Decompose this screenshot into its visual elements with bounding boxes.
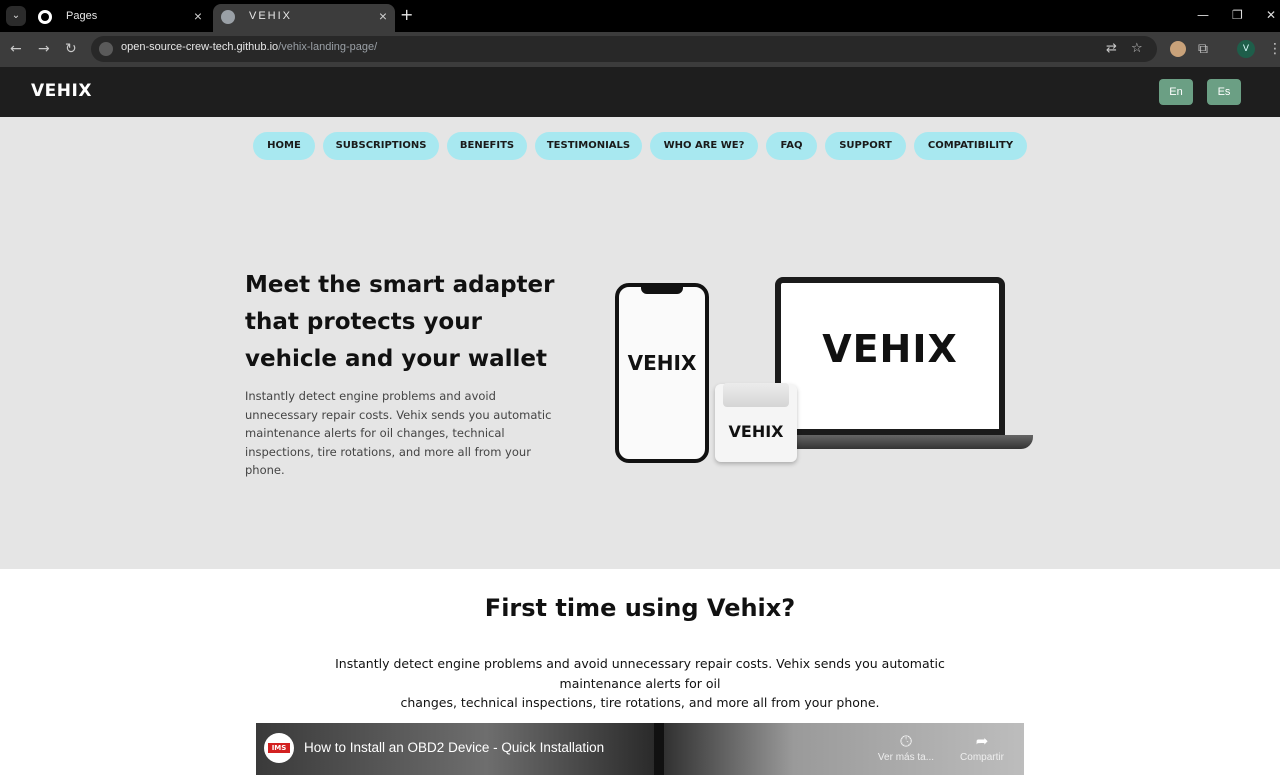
tab-title: VEHIX — [249, 10, 293, 22]
tab-vehix[interactable]: VEHIX × — [213, 4, 395, 32]
first-time-description: Instantly detect engine problems and avo… — [335, 654, 945, 713]
lang-es-button[interactable]: Es — [1207, 79, 1241, 105]
hero-description: Instantly detect engine problems and avo… — [245, 389, 552, 478]
tab-pages[interactable]: Pages × — [30, 4, 210, 32]
lang-en-button[interactable]: En — [1159, 79, 1193, 105]
phone-image: VEHIX — [615, 283, 709, 463]
nav-testimonials[interactable]: TESTIMONIALS — [535, 132, 642, 160]
nav-home[interactable]: HOME — [253, 132, 315, 160]
site-logo[interactable]: VEHIX — [31, 81, 92, 101]
watch-later-label: Ver más ta... — [877, 752, 935, 763]
nav-faq[interactable]: FAQ — [766, 132, 817, 160]
channel-badge: IMS — [268, 743, 290, 753]
devices-illustration: VEHIX VEHIX VEHIX — [605, 267, 1040, 467]
minimize-button[interactable]: — — [1197, 7, 1209, 23]
restore-button[interactable]: ❐ — [1232, 7, 1243, 23]
extensions-puzzle-icon[interactable]: ⧉ — [1198, 40, 1208, 58]
first-time-title: First time using Vehix? — [484, 594, 796, 622]
first-time-line: changes, technical inspections, tire rot… — [400, 695, 880, 710]
bookmark-star-icon[interactable]: ☆ — [1131, 41, 1143, 57]
channel-avatar[interactable]: IMS — [264, 733, 294, 763]
github-icon — [38, 10, 52, 24]
url-host: open-source-crew-tech.github.io — [121, 41, 279, 53]
back-icon[interactable]: ← — [10, 40, 22, 58]
nav-benefits[interactable]: BENEFITS — [447, 132, 527, 160]
globe-icon — [221, 10, 235, 24]
share-button[interactable]: ➦ Compartir — [952, 733, 1012, 765]
first-time-line: Instantly detect engine problems and avo… — [335, 656, 945, 671]
browser-toolbar: ← → ↻ open-source-crew-tech.github.io/ve… — [0, 32, 1280, 67]
tab-title: Pages — [66, 10, 98, 22]
url-path: /vehix-landing-page/ — [278, 41, 378, 53]
adapter-logo: VEHIX — [728, 422, 784, 441]
video-frame-divider — [654, 723, 664, 775]
tab-search-button[interactable]: ⌄ — [6, 6, 26, 26]
nav-compatibility[interactable]: COMPATIBILITY — [914, 132, 1027, 160]
nav-subscriptions[interactable]: SUBSCRIPTIONS — [323, 132, 439, 160]
forward-icon[interactable]: → — [38, 40, 50, 58]
laptop-logo: VEHIX — [822, 327, 958, 371]
close-tab-icon[interactable]: × — [379, 4, 387, 28]
profile-avatar[interactable]: V — [1237, 40, 1255, 58]
laptop-image: VEHIX — [775, 277, 1005, 435]
screen: ⌄ Pages × VEHIX × + — ❐ ✕ ← → ↻ open-sou… — [0, 0, 1280, 775]
url-text: open-source-crew-tech.github.io/vehix-la… — [121, 41, 377, 53]
watch-later-button[interactable]: 🕓︎ Ver más ta... — [876, 733, 936, 765]
video-embed[interactable]: IMS How to Install an OBD2 Device - Quic… — [256, 723, 1024, 775]
phone-logo: VEHIX — [627, 351, 697, 375]
nav-support[interactable]: SUPPORT — [825, 132, 906, 160]
browser-menu-icon[interactable]: ⋮ — [1268, 40, 1280, 58]
close-window-button[interactable]: ✕ — [1266, 7, 1276, 23]
site-header: VEHIX En Es — [0, 67, 1280, 117]
reload-icon[interactable]: ↻ — [65, 40, 77, 58]
site-info-icon[interactable] — [99, 42, 113, 56]
browser-tab-bar: ⌄ Pages × VEHIX × + — ❐ ✕ — [0, 0, 1280, 32]
nav-who-are-we[interactable]: WHO ARE WE? — [650, 132, 758, 160]
close-tab-icon[interactable]: × — [194, 4, 202, 28]
clock-icon: 🕓︎ — [900, 733, 912, 750]
share-label: Compartir — [960, 752, 1004, 763]
translate-icon[interactable]: ⇄ — [1106, 41, 1117, 57]
extension-avatar-icon[interactable] — [1170, 41, 1186, 57]
first-time-line: maintenance alerts for oil — [559, 675, 721, 691]
new-tab-button[interactable]: + — [400, 6, 413, 24]
hero-section: HOME SUBSCRIPTIONS BENEFITS TESTIMONIALS… — [0, 117, 1280, 569]
address-bar[interactable]: open-source-crew-tech.github.io/vehix-la… — [91, 36, 1157, 62]
hero-title: Meet the smart adapter that protects you… — [245, 272, 555, 372]
share-arrow-icon: ➦ — [975, 733, 989, 750]
video-title[interactable]: How to Install an OBD2 Device - Quick In… — [304, 740, 604, 755]
obd-adapter-image: VEHIX — [715, 383, 797, 462]
